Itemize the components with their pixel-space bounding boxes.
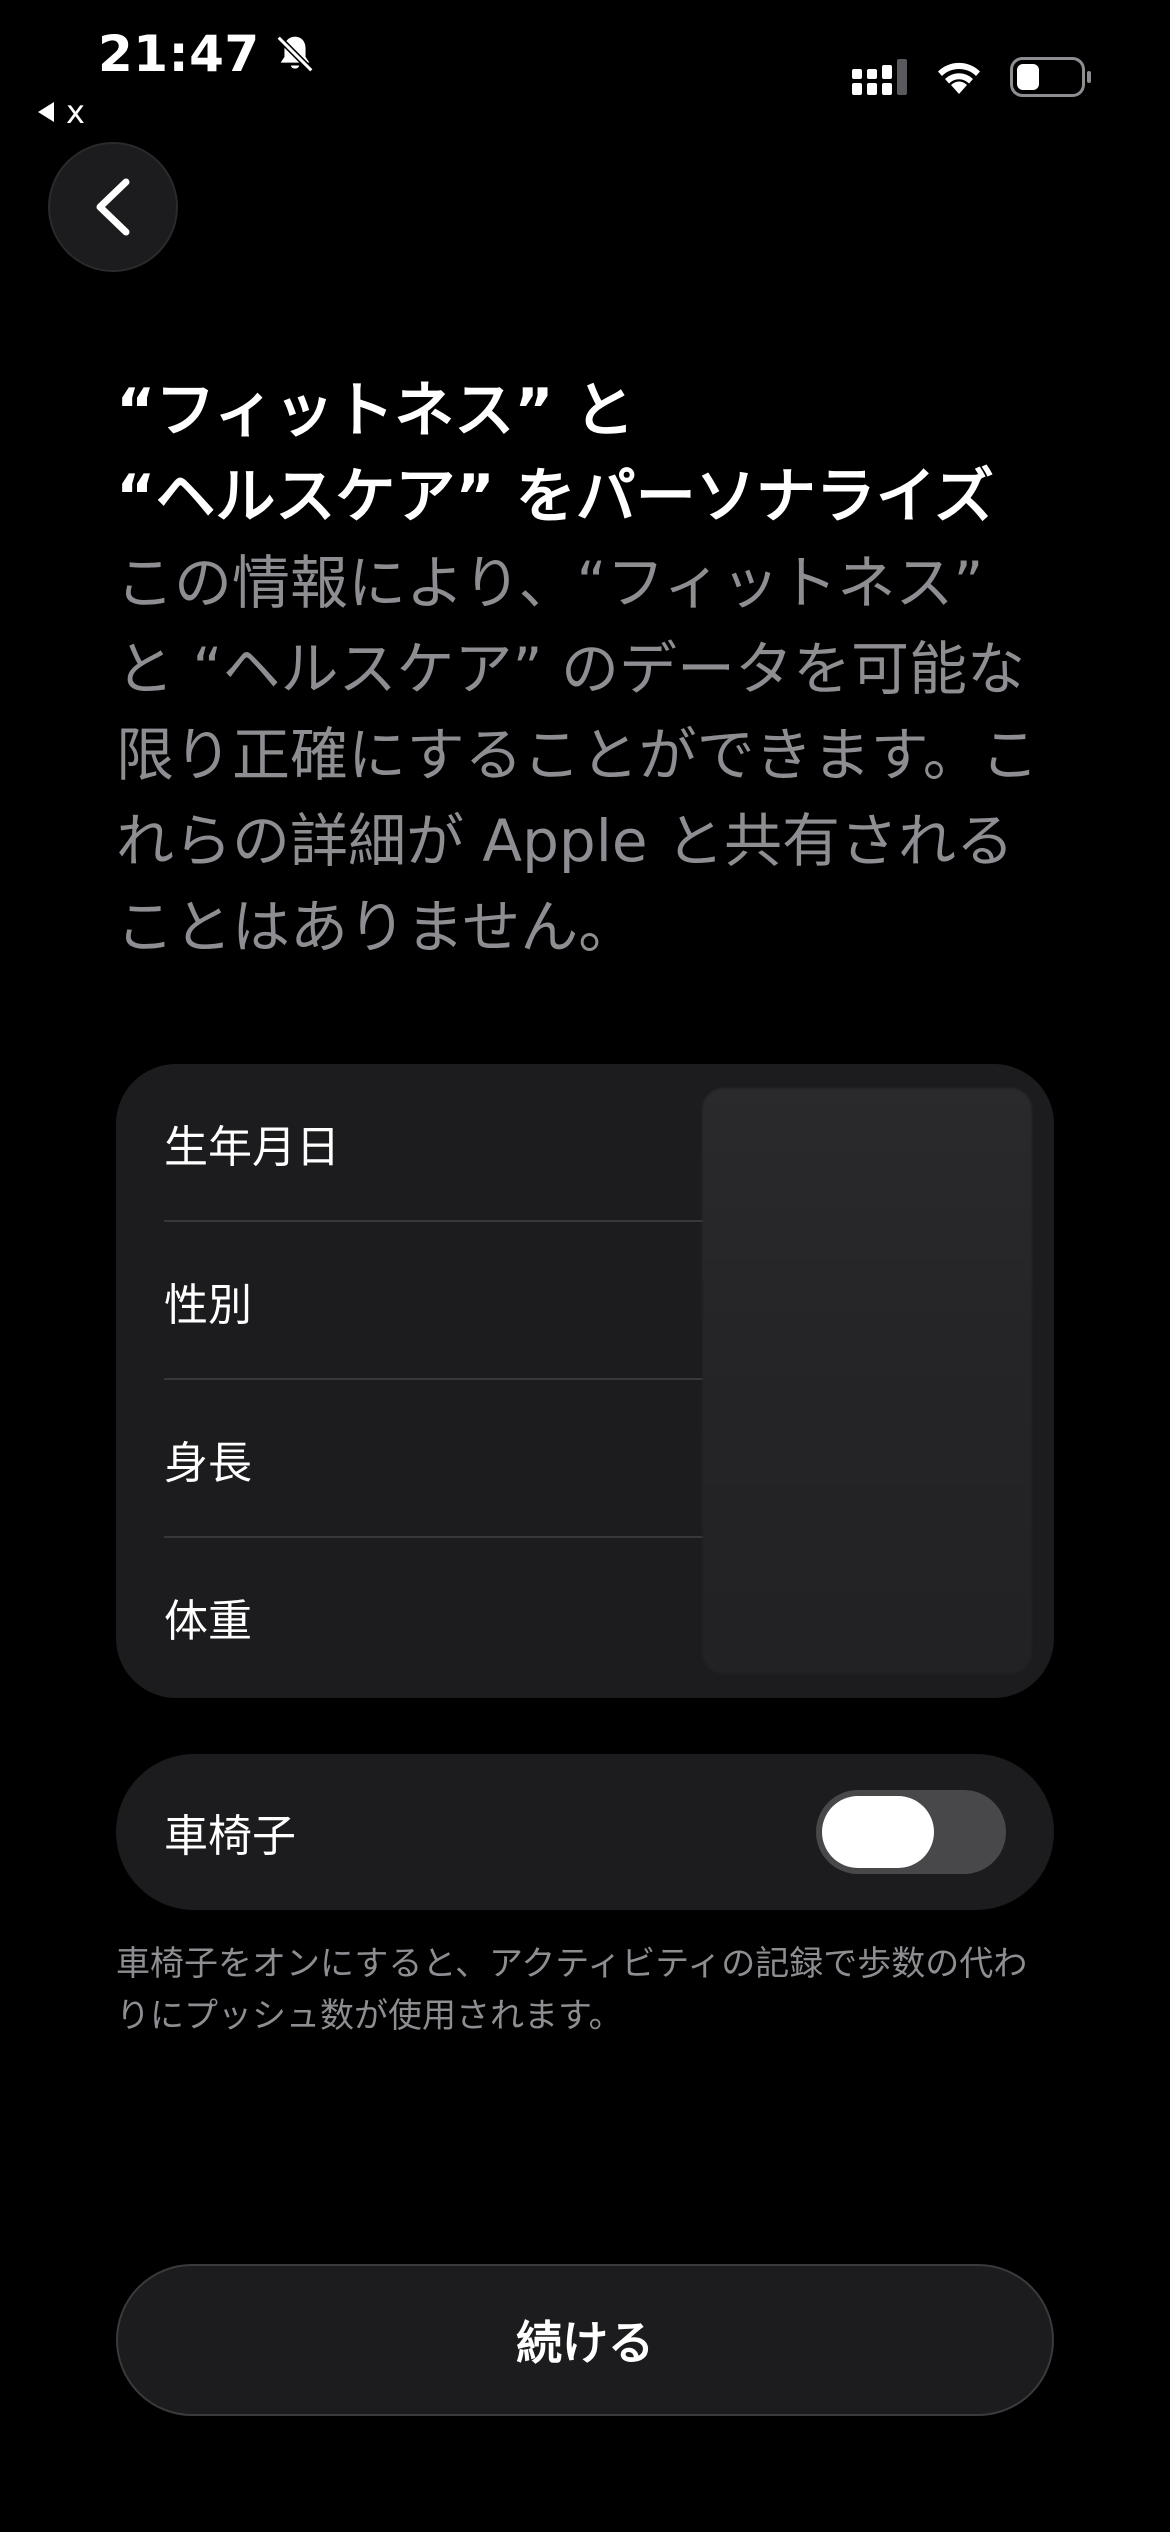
status-indicators [852, 54, 1092, 100]
list-item-sex[interactable]: 性別 [164, 1222, 704, 1380]
chevron-left-icon [96, 178, 130, 236]
toggle-knob [822, 1796, 934, 1868]
back-app-label: x [66, 93, 85, 131]
wheelchair-toggle[interactable] [816, 1790, 1006, 1874]
redacted-values [702, 1088, 1032, 1674]
list-item-weight[interactable]: 体重 [164, 1538, 704, 1696]
list-item-label: 性別 [164, 1280, 252, 1331]
battery-icon [1010, 57, 1091, 97]
wifi-icon [938, 62, 980, 94]
wheelchair-label: 車椅子 [164, 1811, 296, 1862]
back-to-app-link[interactable]: x [38, 92, 85, 132]
page-title: “フィットネス” と “ヘルスケア” をパーソナライズ [116, 376, 994, 532]
list-item-label: 体重 [164, 1596, 252, 1647]
list-item-birthdate[interactable]: 生年月日 [164, 1064, 704, 1222]
wheelchair-footnote: 車椅子をオンにすると、アクティビティの記録で歩数の代わりにプッシュ数が使用されま… [116, 1944, 1028, 2036]
list-item-label: 身長 [164, 1438, 252, 1489]
list-item-height[interactable]: 身長 [164, 1380, 704, 1538]
status-time: 21:47 [98, 22, 318, 86]
personal-info-list: 生年月日 性別 身長 体重 [116, 1064, 1054, 1698]
continue-button[interactable]: 続ける [116, 2264, 1054, 2416]
page-description: この情報により、“フィットネス” と “ヘルスケア” のデータを可能な限り正確に… [116, 549, 1039, 961]
wheelchair-setting: 車椅子 [116, 1754, 1054, 1910]
back-triangle-icon [38, 102, 54, 122]
cellular-signal-icon [852, 59, 907, 95]
bell-slash-icon [276, 35, 314, 73]
list-item-label: 生年月日 [164, 1122, 340, 1173]
status-time-text: 21:47 [98, 25, 260, 83]
back-button[interactable] [48, 142, 178, 272]
